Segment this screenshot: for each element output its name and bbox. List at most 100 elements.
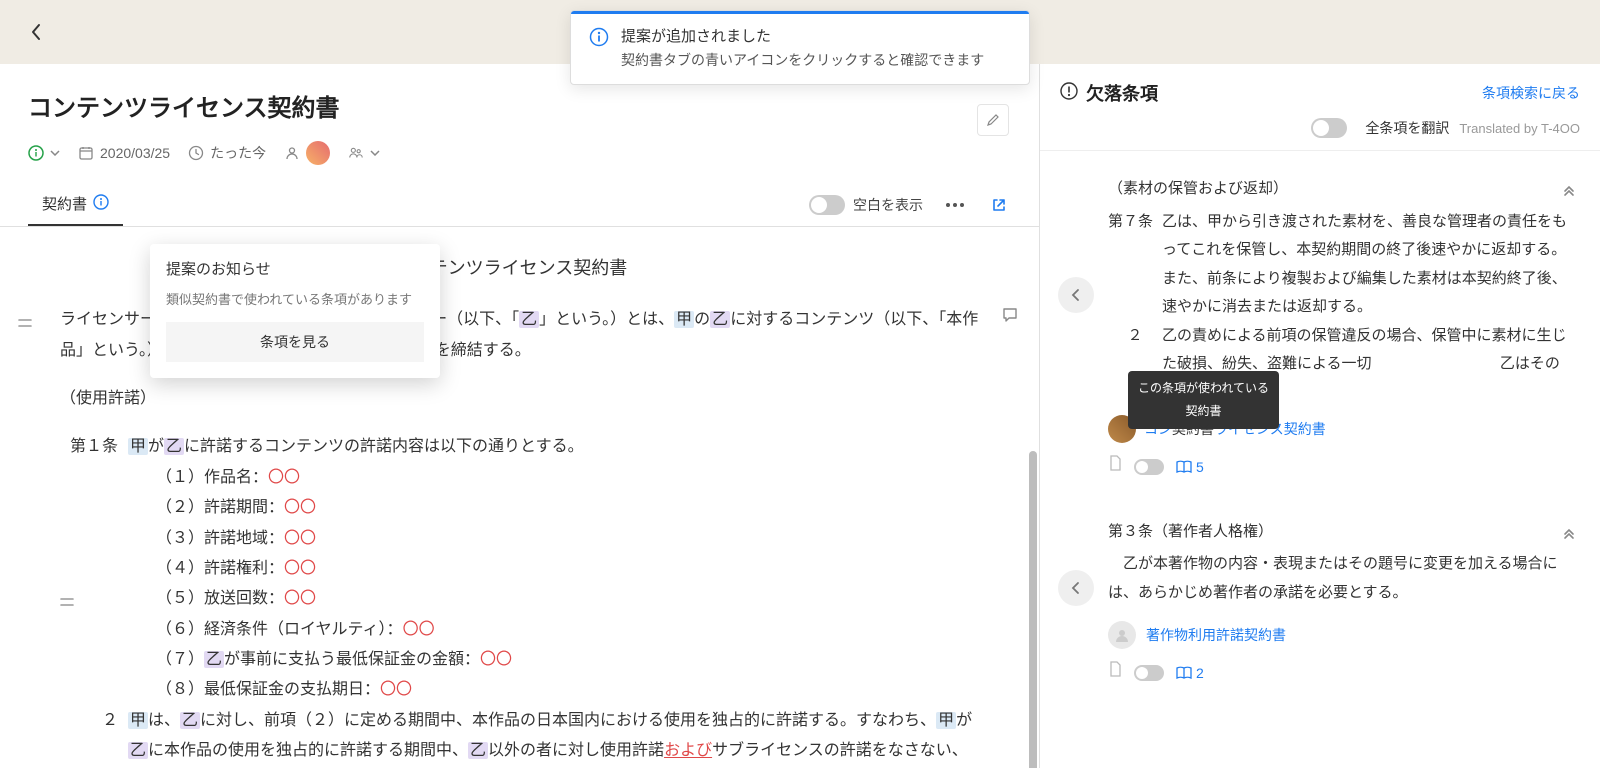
clause-toggle[interactable]: [1134, 665, 1164, 681]
related-document-link[interactable]: 著作物利用許諾契約書: [1146, 622, 1286, 649]
list-item: （４）許諾権利：〇〇: [156, 554, 979, 584]
party-otsu: 乙: [519, 311, 539, 328]
count-value: 5: [1196, 454, 1204, 481]
tab-contract[interactable]: 契約書: [28, 183, 123, 226]
usage-count[interactable]: 2: [1176, 660, 1204, 687]
back-button[interactable]: [16, 12, 56, 52]
blank-toggle[interactable]: 空白を表示: [809, 195, 923, 215]
back-to-search-link[interactable]: 条項検索に戻る: [1482, 83, 1580, 103]
list-item: （１）作品名：〇〇: [156, 463, 979, 493]
article-label: 第７条: [1108, 208, 1162, 322]
tooltip-line: この条項が使われている: [1138, 377, 1269, 400]
document-panel: コンテンツライセンス契約書 2020/03/25: [0, 64, 1040, 768]
tabs-row: 契約書 空白を表示: [0, 183, 1039, 227]
translate-toggle[interactable]: [1311, 118, 1347, 138]
popover-message: 類似契約書で使われている条項があります: [166, 289, 424, 308]
placeholder: 〇〇: [284, 560, 316, 577]
doc-icon: [1108, 453, 1122, 482]
date-value: 2020/03/25: [100, 145, 170, 161]
owner-meta[interactable]: [284, 141, 330, 165]
date-meta: 2020/03/25: [78, 145, 170, 161]
drag-handle-icon[interactable]: [60, 588, 74, 618]
clause-card: 第３条（著作者人格権） 乙が本著作物の内容・表現またはその題号に変更を加える場合…: [1048, 510, 1592, 704]
person-icon: [284, 145, 300, 161]
section-heading: （使用許諾）: [60, 384, 979, 414]
clock-icon: [188, 145, 204, 161]
chevron-down-icon: [50, 150, 60, 156]
usage-count[interactable]: 5: [1176, 454, 1204, 481]
tooltip-line: 契約書: [1138, 400, 1269, 423]
placeholder: 〇〇: [403, 621, 435, 638]
book-icon: [1176, 666, 1192, 680]
more-button[interactable]: [943, 193, 967, 217]
list-item: （８）最低保証金の支払期日：〇〇: [156, 675, 979, 705]
list-item: （６）経済条件（ロイヤルティ）：〇〇: [156, 615, 979, 645]
panel-title: 欠落条項: [1086, 80, 1158, 106]
powered-by-label: Translated by T-4OO: [1459, 121, 1580, 136]
tooltip: この条項が使われている 契約書: [1128, 371, 1279, 429]
comment-button[interactable]: [1001, 305, 1019, 335]
placeholder: 〇〇: [284, 499, 316, 516]
chevron-up-double-icon: [1562, 528, 1576, 542]
open-external-button[interactable]: [987, 193, 1011, 217]
document-title: コンテンツライセンス契約書: [28, 88, 1011, 123]
avatar: [306, 141, 330, 165]
collapse-button[interactable]: [1562, 181, 1576, 210]
updated-meta: たった今: [188, 143, 266, 163]
share-meta[interactable]: [348, 145, 380, 161]
person-icon: [1114, 627, 1130, 643]
view-clause-button[interactable]: 条項を見る: [166, 322, 424, 362]
ellipsis-icon: [945, 202, 965, 208]
list-item: （３）許諾地域：〇〇: [156, 524, 979, 554]
people-icon: [348, 145, 364, 161]
clause-heading: （素材の保管および返却）: [1108, 175, 1572, 204]
chevron-up-double-icon: [1562, 185, 1576, 199]
placeholder: 〇〇: [284, 590, 316, 607]
doc-icon: [1108, 659, 1122, 688]
party-ko: 甲: [674, 311, 694, 328]
text: に許諾するコンテンツの許諾内容は以下の通りとする。: [184, 438, 584, 455]
list-item: （７）乙が事前に支払う最低保証金の金額：〇〇: [156, 645, 979, 675]
party-ko: 甲: [936, 712, 956, 729]
popover-title: 提案のお知らせ: [166, 258, 424, 279]
status-ok-icon: [28, 145, 44, 161]
party-otsu: 乙: [180, 712, 200, 729]
clause-body: 乙が本著作物の内容・表現またはその題号に変更を加える場合には、あらかじめ著作者の…: [1108, 550, 1572, 607]
status-indicator[interactable]: [28, 145, 60, 161]
toggle-switch[interactable]: [809, 195, 845, 215]
article-number: 第１条: [60, 432, 128, 706]
external-link-icon: [991, 197, 1007, 213]
book-icon: [1176, 460, 1192, 474]
toast-accent-bar: [571, 11, 1029, 14]
subitem-number: ２: [60, 706, 128, 768]
placeholder: 〇〇: [480, 651, 512, 668]
count-value: 2: [1196, 660, 1204, 687]
collapse-button[interactable]: [1562, 524, 1576, 553]
suggestion-popover: 提案のお知らせ 類似契約書で使われている条項があります 条項を見る: [150, 244, 440, 378]
clause-toggle[interactable]: [1134, 459, 1164, 475]
pencil-icon: [986, 113, 1000, 127]
prev-clause-button[interactable]: [1058, 570, 1094, 606]
clause-heading: 第３条（著作者人格権）: [1108, 518, 1572, 547]
warning-icon: [1060, 82, 1078, 105]
list-item: （５）放送回数：〇〇: [156, 584, 979, 614]
translate-label: 全条項を翻訳: [1365, 118, 1449, 138]
clause-card: （素材の保管および返却） 第７条 乙は、甲から引き渡された素材を、善良な管理者の…: [1048, 167, 1592, 498]
drag-handle-icon[interactable]: [18, 309, 32, 339]
comment-icon: [1001, 306, 1019, 324]
chevron-left-icon: [30, 23, 42, 41]
panel-toolbar: 全条項を翻訳 Translated by T-4OO: [1040, 106, 1600, 151]
toast-notification: 提案が追加されました 契約書タブの青いアイコンをクリックすると確認できます: [570, 10, 1030, 85]
party-otsu: 乙: [710, 311, 730, 328]
list-item: （２）許諾期間：〇〇: [156, 493, 979, 523]
placeholder: 〇〇: [268, 469, 300, 486]
prev-clause-button[interactable]: [1058, 277, 1094, 313]
tracked-change: および: [664, 742, 712, 759]
party-otsu: 乙: [204, 651, 224, 668]
party-otsu: 乙: [468, 742, 488, 759]
edit-title-button[interactable]: [977, 104, 1009, 136]
party-ko: 甲: [128, 712, 148, 729]
arrow-left-icon: [1069, 581, 1083, 595]
doc-meta: 2020/03/25 たった今: [28, 141, 1011, 165]
toast-title: 提案が追加されました: [621, 25, 984, 46]
